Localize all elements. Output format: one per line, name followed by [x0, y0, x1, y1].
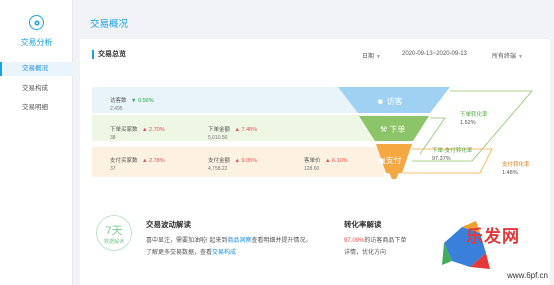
watermark: www.6pf.cn [507, 271, 548, 280]
rate-value: 97.37% [432, 156, 451, 162]
sidebar-title: 交易分析 [20, 38, 53, 47]
insight-title: 转化率解读 [344, 220, 382, 229]
rate-label: 支付转化率 [502, 162, 530, 168]
page-title: 交易概况 [90, 19, 129, 30]
conversion-insight: 转化率解读 97.09%的访客商品下单 详情，优化方向 [344, 220, 407, 256]
rate-value: 1.52% [460, 120, 476, 126]
sidebar-item-trade-details[interactable]: 交易明细 [0, 101, 73, 115]
badge-number: 7天 [105, 225, 123, 237]
brand-text: 乐发网 [466, 227, 520, 246]
funnel-label-order: ⚒ 下单 [380, 125, 406, 134]
wallet-icon: ▣ [378, 156, 386, 165]
sidebar-item-trade-overview[interactable]: 交易概况 [0, 62, 73, 76]
person-icon: ☻ [376, 97, 385, 106]
seven-day-badge[interactable]: 7天 数据解读 [96, 215, 132, 251]
pay-conversion-rate: 支付转化率 1.48% [502, 161, 530, 177]
sidebar: 交易分析 交易概况 交易构成 交易明细 [0, 0, 73, 285]
rate-label: 下单-支付转化率 [432, 148, 473, 154]
rate-value: 1.48% [502, 170, 518, 176]
product-insight-link[interactable]: 商品洞察 [227, 238, 251, 244]
hammer-icon: ⚒ [380, 125, 388, 134]
rate-label: 下单转化率 [460, 112, 488, 118]
order-conversion-rate: 下单转化率 1.52% [460, 111, 488, 127]
funnel-label-payment: ▣支付 [378, 156, 402, 165]
order-pay-conversion-rate: 下单-支付转化率 97.37% [432, 147, 472, 163]
trend-insight: 交易波动解读 喜中显注，需要加油啦! 起来到商品洞察查看明细并提升情况。 了解更… [146, 220, 312, 256]
badge-text: 数据解读 [103, 239, 124, 245]
insight-title: 交易波动解读 [146, 220, 191, 229]
funnel-label-visitors: ☻ 访客 [376, 97, 403, 106]
sidebar-item-trade-composition[interactable]: 交易构成 [0, 82, 73, 96]
trade-analysis-icon [29, 15, 44, 30]
sidebar-brand: 交易分析 [0, 15, 73, 48]
trade-composition-link[interactable]: 交易构成 [212, 250, 236, 256]
